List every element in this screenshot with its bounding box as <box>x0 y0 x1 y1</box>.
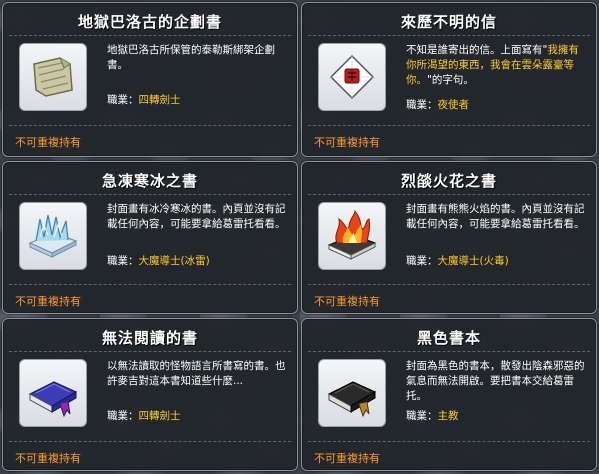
job-value: 四轉劍士 <box>138 410 181 422</box>
item-icon-frame <box>19 43 87 111</box>
divider <box>308 125 590 126</box>
divider <box>308 194 590 195</box>
divider <box>9 35 291 36</box>
item-title: 來歷不明的信 <box>400 13 497 31</box>
job-requirement: 職業：大魔導士(火毒) <box>406 253 509 268</box>
job-value: 大魔導士(火毒) <box>437 255 509 267</box>
item-icon-frame <box>318 202 386 270</box>
job-value: 大魔導士(冰雷) <box>138 255 210 267</box>
job-requirement: 職業：主教 <box>406 408 459 423</box>
restriction-text: 不可重複持有 <box>15 295 81 308</box>
item-description: 封面為黑色的書本，散發出陰森邪惡的氣息而無法開啟。要把書本交給葛雷托。 <box>406 360 585 402</box>
item-title: 無法閱讀的書 <box>101 329 198 347</box>
item-description: 以無法讀取的怪物語言所書寫的書。也許麥吉對這本書知道些什麼... <box>107 360 286 387</box>
item-description: 不知是誰寄出的信。上面寫有"我擁有你所渴望的東西，我會在雲朵露臺等你。"的字句。 <box>406 43 588 88</box>
divider <box>9 441 291 442</box>
restriction-text: 不可重複持有 <box>15 136 81 149</box>
item-icon-frame <box>19 359 87 427</box>
restriction-text: 不可重複持有 <box>314 295 380 308</box>
divider <box>9 284 291 285</box>
description-text: 不知是誰寄出的信。上面寫有" <box>406 44 548 56</box>
item-description: 封面畫有冰冷寒冰的書。內頁並沒有記載任何內容，可能要拿給葛雷托看看。 <box>107 203 286 230</box>
item-icon-frame <box>19 202 87 270</box>
item-icon-frame <box>318 359 386 427</box>
divider <box>9 125 291 126</box>
item-tooltip-ice-book: 急凍寒冰之書 封面畫有冰冷寒冰的書。內頁並沒有記載任何內容，可能要拿給葛雷托看看… <box>2 161 298 314</box>
job-label: 職業： <box>107 94 139 106</box>
divider <box>9 351 291 352</box>
job-value: 主教 <box>437 410 459 422</box>
divider <box>308 441 590 442</box>
item-title: 黑色書本 <box>416 329 481 347</box>
item-description: 封面畫有熊熊火焰的書。內頁並沒有記載任何內容，可能要拿給葛雷托看看。 <box>406 203 585 230</box>
divider <box>308 35 590 36</box>
restriction-text: 不可重複持有 <box>15 452 81 465</box>
item-tooltip-unreadable-book: 無法閱讀的書 以無法讀取的怪物語言所書寫的書。也許麥吉對這本書知道些什麼... … <box>2 318 298 471</box>
parchment-scroll-icon <box>33 57 73 97</box>
divider <box>308 351 590 352</box>
item-tooltip-fire-book: 烈燄火花之書 封面畫有熊熊火焰的書。內頁並沒有記載任何內容，可能要拿給葛雷托看看… <box>301 161 597 314</box>
job-label: 職業： <box>406 255 438 267</box>
item-tooltip-unknown-letter: 來歷不明的信 不知是誰寄出的信。上面寫有"我擁有你所渴望的東西，我會在雲朵露臺等… <box>301 2 597 157</box>
job-value: 四轉劍士 <box>138 94 181 106</box>
job-requirement: 職業：四轉劍士 <box>107 92 181 107</box>
restriction-text: 不可重複持有 <box>314 136 380 149</box>
job-label: 職業： <box>107 410 139 422</box>
item-tooltip-hell-balrog-plan: 地獄巴洛古的企劃書 地獄巴洛古所保管的泰勒斯綁架企劃書。 職業：四轉劍士 不可重… <box>2 2 298 157</box>
item-title: 急凍寒冰之書 <box>101 172 198 190</box>
blue-book-icon <box>28 381 78 418</box>
item-description: 地獄巴洛古所保管的泰勒斯綁架企劃書。 <box>107 44 275 71</box>
job-value: 夜使者 <box>437 99 470 111</box>
divider <box>308 284 590 285</box>
job-label: 職業： <box>107 255 139 267</box>
sealed-letter-icon <box>329 54 375 100</box>
item-icon-frame <box>318 43 386 111</box>
job-requirement: 職業：夜使者 <box>406 97 469 112</box>
job-requirement: 職業：大魔導士(冰雷) <box>107 253 210 268</box>
ice-book-icon <box>28 214 78 258</box>
item-title: 地獄巴洛古的企劃書 <box>77 13 222 31</box>
job-label: 職業： <box>406 410 438 422</box>
item-tooltip-black-book: 黑色書本 封面為黑色的書本，散發出陰森邪惡的氣息而無法開啟。要把書本交給葛雷托。… <box>301 318 597 471</box>
restriction-text: 不可重複持有 <box>314 452 380 465</box>
black-book-icon <box>327 381 377 418</box>
item-title: 烈燄火花之書 <box>400 172 497 190</box>
job-requirement: 職業：四轉劍士 <box>107 408 181 423</box>
description-text: "的字句。 <box>427 74 474 86</box>
divider <box>9 194 291 195</box>
job-label: 職業： <box>406 99 438 111</box>
fire-book-icon <box>327 209 377 260</box>
